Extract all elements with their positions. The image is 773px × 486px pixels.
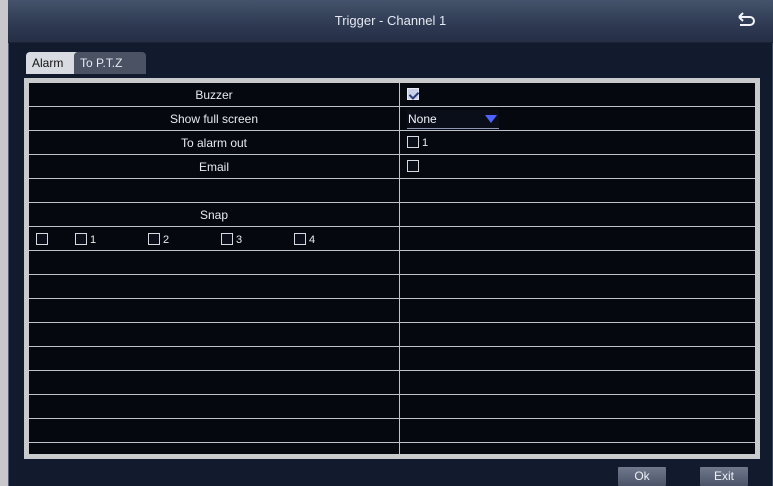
- row-empty: [29, 275, 755, 299]
- title-bar: Trigger - Channel 1: [8, 0, 773, 43]
- to-alarm-out-label: To alarm out: [180, 136, 248, 150]
- select-value: None: [408, 112, 437, 126]
- row-snap-channels: 1 2 3 4: [29, 227, 755, 251]
- snap-4-checkbox[interactable]: [294, 233, 306, 245]
- row-empty: [29, 299, 755, 323]
- snap-2-checkbox[interactable]: [148, 233, 160, 245]
- buzzer-label: Buzzer: [195, 88, 233, 102]
- row-empty: [29, 251, 755, 275]
- settings-grid: Buzzer Show full screen None To alarm ou…: [29, 83, 755, 454]
- exit-button[interactable]: Exit: [700, 467, 748, 486]
- alarm-out-1-checkbox[interactable]: [407, 136, 419, 148]
- row-show-full-screen: Show full screen None: [29, 107, 755, 131]
- trigger-dialog: Trigger - Channel 1 Alarm To P.T.Z Buzze…: [8, 0, 773, 486]
- row-to-alarm-out: To alarm out 1: [29, 131, 755, 155]
- snap-2-label: 2: [163, 234, 170, 246]
- snap-4-label: 4: [309, 234, 316, 246]
- row-empty: [29, 347, 755, 371]
- snap-1-label: 1: [90, 234, 97, 246]
- settings-panel: Buzzer Show full screen None To alarm ou…: [24, 78, 760, 459]
- row-empty: [29, 395, 755, 419]
- tab-to-ptz[interactable]: To P.T.Z: [74, 52, 146, 74]
- email-label: Email: [198, 160, 229, 174]
- ok-button[interactable]: Ok: [618, 467, 666, 486]
- row-empty: [29, 323, 755, 347]
- alarm-out-1-label: 1: [422, 137, 429, 149]
- show-full-screen-label: Show full screen: [169, 112, 259, 126]
- snap-1-checkbox[interactable]: [75, 233, 87, 245]
- tab-alarm[interactable]: Alarm: [26, 52, 80, 74]
- window-title: Trigger - Channel 1: [334, 13, 447, 28]
- email-checkbox[interactable]: [407, 160, 419, 172]
- row-empty: [29, 419, 755, 443]
- show-full-screen-select[interactable]: None: [407, 110, 499, 129]
- row-snap: Snap: [29, 203, 755, 227]
- row-buzzer: Buzzer: [29, 83, 755, 107]
- back-button[interactable]: [735, 9, 757, 31]
- snap-3-label: 3: [236, 234, 243, 246]
- row-email: Email: [29, 155, 755, 179]
- snap-3-checkbox[interactable]: [221, 233, 233, 245]
- triangle-down-icon: [485, 115, 497, 123]
- row-empty: [29, 371, 755, 395]
- snap-label: Snap: [199, 208, 229, 222]
- snap-all-checkbox[interactable]: [36, 233, 48, 245]
- row-blank: [29, 179, 755, 203]
- return-arrow-icon: [738, 12, 755, 26]
- row-empty: [29, 443, 755, 454]
- buzzer-checkbox[interactable]: [407, 88, 419, 100]
